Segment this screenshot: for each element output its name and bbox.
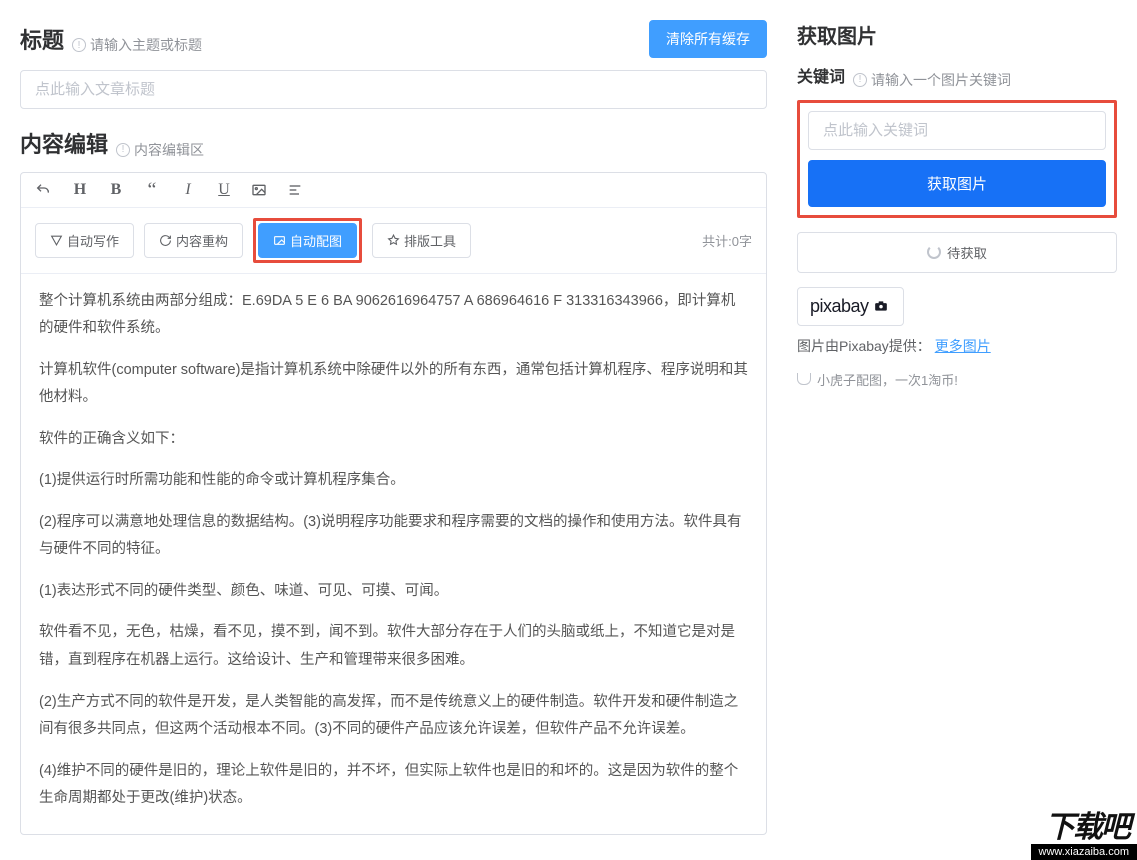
watermark-url: www.xiazaiba.com xyxy=(1031,844,1137,860)
pixabay-badge: pixabay xyxy=(797,287,904,326)
auto-image-highlight: 自动配图 xyxy=(253,218,362,263)
editor-paragraph: 计算机软件(computer software)是指计算机系统中除硬件以外的所有… xyxy=(39,357,748,412)
editor-paragraph: 软件的正确含义如下： xyxy=(39,426,748,454)
fetch-image-button[interactable]: 获取图片 xyxy=(808,160,1106,207)
content-section-header: 内容编辑 ! 内容编辑区 xyxy=(20,127,767,160)
info-icon: ! xyxy=(72,38,86,52)
editor-body[interactable]: 整个计算机系统由两部分组成：E.69DA 5 E 6 BA 9062616964… xyxy=(21,274,766,834)
camera-icon xyxy=(871,299,891,313)
editor-paragraph: (2)生产方式不同的软件是开发，是人类智能的高发挥，而不是传统意义上的硬件制造。… xyxy=(39,689,748,744)
underline-icon[interactable]: U xyxy=(215,181,233,199)
footer-note: 小虎子配图，一次1淘币! xyxy=(797,370,1117,389)
info-icon: ! xyxy=(853,73,867,87)
more-images-link[interactable]: 更多图片 xyxy=(935,338,991,354)
keyword-label: 关键词 xyxy=(797,63,845,87)
auto-write-button[interactable]: 自动写作 xyxy=(35,223,134,258)
action-toolbar: 自动写作 内容重构 自动配图 排版工具 共计:0字 xyxy=(21,208,766,274)
clear-cache-button[interactable]: 清除所有缓存 xyxy=(649,20,767,58)
pending-button[interactable]: 待获取 xyxy=(797,232,1117,273)
word-count: 共计:0字 xyxy=(702,231,752,250)
editor-paragraph: (1)提供运行时所需功能和性能的命令或计算机程序集合。 xyxy=(39,467,748,495)
editor-paragraph: 软件看不见，无色，枯燥，看不见，摸不到，闻不到。软件大部分存在于人们的头脑或纸上… xyxy=(39,619,748,674)
bold-icon[interactable]: B xyxy=(107,181,125,199)
editor-paragraph: (4)维护不同的硬件是旧的，理论上软件是旧的，并不坏，但实际上软件也是旧的和坏的… xyxy=(39,758,748,813)
keyword-input[interactable] xyxy=(808,111,1106,150)
image-icon[interactable] xyxy=(251,182,269,198)
sidebar-title: 获取图片 xyxy=(797,20,1117,49)
keyword-highlight-box: 获取图片 xyxy=(797,100,1117,218)
keyword-header: 关键词 ! 请输入一个图片关键词 xyxy=(797,63,1117,90)
align-icon[interactable] xyxy=(287,182,305,198)
italic-icon[interactable]: I xyxy=(179,181,197,199)
restructure-button[interactable]: 内容重构 xyxy=(144,223,243,258)
loading-icon xyxy=(927,245,941,259)
pixabay-logo: pixabay xyxy=(810,296,891,317)
auto-image-button[interactable]: 自动配图 xyxy=(258,223,357,258)
title-hint: ! 请输入主题或标题 xyxy=(72,35,202,55)
content-label: 内容编辑 xyxy=(20,127,108,159)
quote-icon[interactable]: “ xyxy=(143,185,161,195)
undo-icon[interactable] xyxy=(35,182,53,198)
title-label: 标题 xyxy=(20,23,64,55)
heading-icon[interactable]: H xyxy=(71,181,89,199)
editor: H B “ I U 自动写作 内容重构 xyxy=(20,172,767,835)
title-section-header: 标题 ! 请输入主题或标题 清除所有缓存 xyxy=(20,20,767,58)
format-toolbar: H B “ I U xyxy=(21,173,766,208)
editor-paragraph: 整个计算机系统由两部分组成：E.69DA 5 E 6 BA 9062616964… xyxy=(39,288,748,343)
title-input[interactable] xyxy=(20,70,767,109)
watermark-logo: 下载吧 xyxy=(1045,802,1129,846)
cup-icon xyxy=(797,373,811,385)
content-hint: ! 内容编辑区 xyxy=(116,140,204,160)
keyword-hint: ! 请输入一个图片关键词 xyxy=(853,70,1011,90)
layout-tool-button[interactable]: 排版工具 xyxy=(372,223,471,258)
info-icon: ! xyxy=(116,143,130,157)
editor-paragraph: (1)表达形式不同的硬件类型、颜色、味道、可见、可摸、可闻。 xyxy=(39,578,748,606)
image-credit: 图片由Pixabay提供： 更多图片 xyxy=(797,336,1117,356)
editor-paragraph: (2)程序可以满意地处理信息的数据结构。(3)说明程序功能要求和程序需要的文档的… xyxy=(39,509,748,564)
